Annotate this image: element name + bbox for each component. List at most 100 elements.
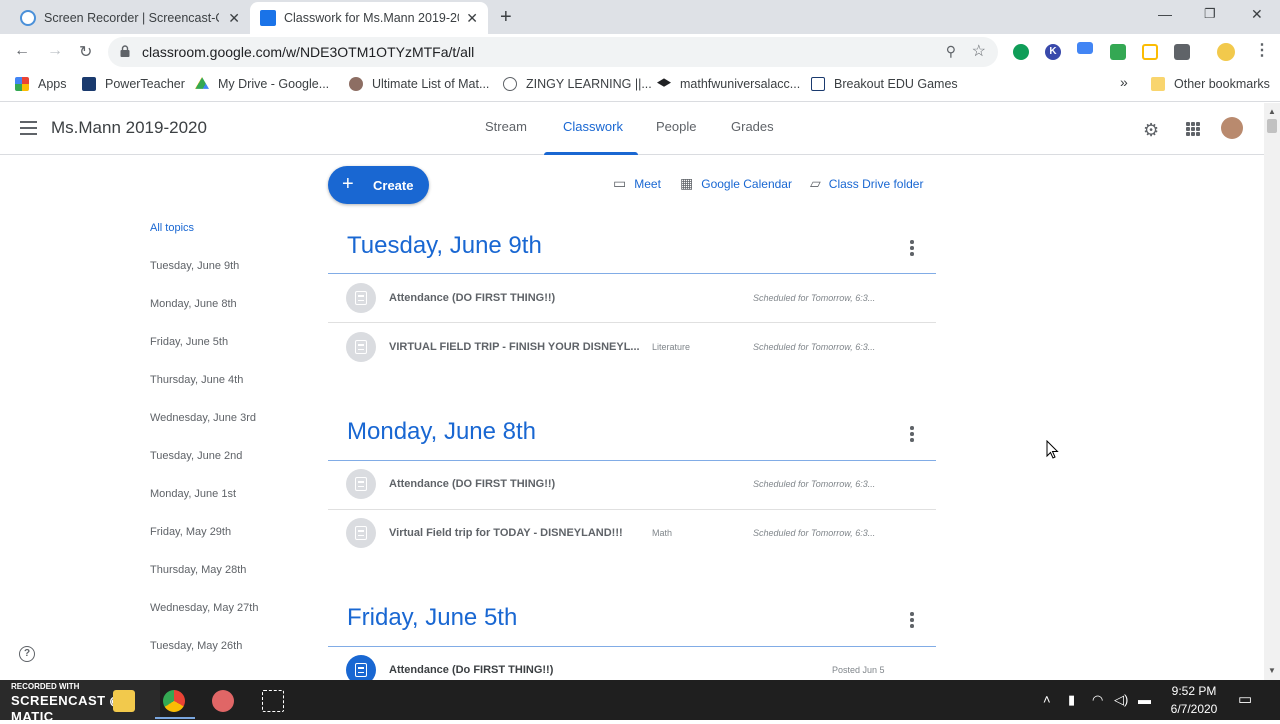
bookmarks-overflow-icon[interactable]: » <box>1120 74 1128 90</box>
hamburger-menu-icon[interactable] <box>20 121 37 135</box>
topic-item[interactable]: Wednesday, May 27th <box>150 602 258 614</box>
battery-icon[interactable]: ▬ <box>1138 692 1151 707</box>
back-icon[interactable]: ← <box>14 42 30 60</box>
assignment-title[interactable]: Attendance (Do FIRST THING!!) <box>389 664 553 676</box>
topic-item[interactable]: Wednesday, June 3rd <box>150 412 256 424</box>
tab-classwork[interactable]: Classwork <box>563 119 623 134</box>
extension-doc-icon[interactable] <box>1142 44 1158 60</box>
bookmark-powerteacher[interactable]: PowerTeacher <box>82 77 185 91</box>
forward-icon[interactable]: → <box>47 42 63 60</box>
topic-heading: Friday, June 5th <box>347 604 518 631</box>
bookmark-ultimate-list[interactable]: Ultimate List of Mat... <box>349 77 489 91</box>
class-drive-folder-link[interactable]: ▱ Class Drive folder <box>810 175 923 192</box>
reload-icon[interactable]: ↻ <box>79 42 92 62</box>
microphone-icon[interactable]: ▮ <box>1068 692 1075 708</box>
address-bar[interactable]: classroom.google.com/w/NDE3OTM1OTYzMTFa/… <box>108 37 998 67</box>
topic-all[interactable]: All topics <box>150 222 194 234</box>
breakout-icon <box>811 77 825 91</box>
clock-time[interactable]: 9:52 PM <box>1165 684 1223 698</box>
topic-item[interactable]: Thursday, May 28th <box>150 564 246 576</box>
more-options-icon[interactable] <box>910 612 914 630</box>
bookmark-apps[interactable]: Apps <box>15 77 67 91</box>
extension-timer-icon[interactable] <box>1077 42 1093 54</box>
extension-scanner-icon[interactable] <box>1174 44 1190 60</box>
tab-people[interactable]: People <box>656 119 696 134</box>
tray-chevron-icon[interactable]: ˄ <box>1043 692 1051 707</box>
more-options-icon[interactable] <box>910 240 914 258</box>
clock-date[interactable]: 6/7/2020 <box>1165 702 1223 716</box>
gear-icon[interactable]: ⚙ <box>1143 120 1159 141</box>
wifi-icon[interactable]: ◠ <box>1092 692 1103 708</box>
browser-menu-icon[interactable]: ⋮ <box>1254 40 1270 60</box>
google-calendar-link[interactable]: ▦ Google Calendar <box>680 175 792 192</box>
google-apps-icon[interactable] <box>1186 122 1200 136</box>
section-divider <box>328 273 936 274</box>
topic-item[interactable]: Friday, June 5th <box>150 336 228 348</box>
tab-classwork[interactable]: Classwork for Ms.Mann 2019-2020 ✕ <box>250 2 488 34</box>
extension-k-icon[interactable]: K <box>1045 44 1061 60</box>
chrome-active-indicator <box>155 717 195 719</box>
search-zoom-icon[interactable]: ⚲ <box>946 43 956 60</box>
restore-icon[interactable]: ❐ <box>1204 6 1216 22</box>
bookmark-label: mathfwuniversalacc... <box>680 77 801 91</box>
bookmark-label: PowerTeacher <box>105 77 185 91</box>
bookmark-my-drive[interactable]: My Drive - Google... <box>195 77 329 91</box>
scroll-thumb[interactable] <box>1267 119 1277 133</box>
row-divider <box>328 322 936 323</box>
tab-grades[interactable]: Grades <box>731 119 774 134</box>
bookmark-label: Other bookmarks <box>1174 77 1270 91</box>
create-button[interactable]: + Create <box>328 166 429 204</box>
tab-screen-recorder[interactable]: Screen Recorder | Screencast-O-Matic ✕ <box>10 2 250 34</box>
bookmark-zingy[interactable]: ZINGY LEARNING ||... <box>503 77 652 91</box>
bookmark-label: Apps <box>38 77 67 91</box>
folder-icon <box>1151 77 1165 91</box>
notifications-icon[interactable]: ▭ <box>1238 690 1252 708</box>
topic-item[interactable]: Monday, June 1st <box>150 488 236 500</box>
bookmark-star-icon[interactable]: ☆ <box>972 41 986 61</box>
row-divider <box>328 509 936 510</box>
mortarboard-icon <box>657 78 671 87</box>
tab-stream[interactable]: Stream <box>485 119 527 134</box>
recorder-app-icon[interactable] <box>212 690 234 712</box>
topic-item[interactable]: Tuesday, June 9th <box>150 260 239 272</box>
assignment-icon <box>346 518 376 548</box>
close-tab-icon[interactable]: ✕ <box>466 10 478 27</box>
assignment-title[interactable]: Attendance (DO FIRST THING!!) <box>389 478 555 490</box>
volume-icon[interactable]: ◁) <box>1114 692 1128 708</box>
scroll-up-icon[interactable]: ▲ <box>1268 107 1276 116</box>
profile-emoji-icon[interactable] <box>1217 43 1235 61</box>
close-window-icon[interactable]: ✕ <box>1251 6 1263 23</box>
extension-green-icon[interactable] <box>1110 44 1126 60</box>
topic-item[interactable]: Thursday, June 4th <box>150 374 243 386</box>
help-icon[interactable]: ? <box>19 646 35 662</box>
bookmark-breakout-edu[interactable]: Breakout EDU Games <box>811 77 958 91</box>
class-title[interactable]: Ms.Mann 2019-2020 <box>51 118 207 138</box>
bookmark-other-bookmarks[interactable]: Other bookmarks <box>1151 77 1270 91</box>
bookmark-label: Ultimate List of Mat... <box>372 77 490 91</box>
close-tab-icon[interactable]: ✕ <box>228 10 240 27</box>
topic-item[interactable]: Friday, May 29th <box>150 526 231 538</box>
assignment-title[interactable]: Virtual Field trip for TODAY - DISNEYLAN… <box>389 527 623 539</box>
powerteacher-icon <box>82 77 96 91</box>
meet-link[interactable]: ▭ Meet <box>613 175 661 192</box>
extension-hangouts-icon[interactable] <box>1013 44 1029 60</box>
screencast-watermark: RECORDED WITH SCREENCAST ◉ MATIC <box>0 680 160 724</box>
browser-tab-strip: Screen Recorder | Screencast-O-Matic ✕ C… <box>0 0 1280 34</box>
globe-icon <box>503 77 517 91</box>
file-explorer-icon[interactable] <box>113 690 135 712</box>
page-scrollbar[interactable]: ▲ ▼ <box>1264 103 1280 680</box>
assignment-title[interactable]: VIRTUAL FIELD TRIP - FINISH YOUR DISNEYL… <box>389 341 640 353</box>
assignment-status: Posted Jun 5 <box>832 665 885 675</box>
bookmark-mathfwuniversal[interactable]: mathfwuniversalacc... <box>657 77 800 91</box>
topic-item[interactable]: Tuesday, May 26th <box>150 640 242 652</box>
chrome-icon[interactable] <box>163 690 185 712</box>
topic-item[interactable]: Monday, June 8th <box>150 298 237 310</box>
minimize-icon[interactable]: — <box>1158 6 1172 22</box>
snipping-tool-icon[interactable] <box>262 690 284 712</box>
avatar[interactable] <box>1221 117 1243 139</box>
more-options-icon[interactable] <box>910 426 914 444</box>
new-tab-icon[interactable]: + <box>500 6 512 29</box>
scroll-down-icon[interactable]: ▼ <box>1268 666 1276 675</box>
assignment-title[interactable]: Attendance (DO FIRST THING!!) <box>389 292 555 304</box>
topic-item[interactable]: Tuesday, June 2nd <box>150 450 242 462</box>
